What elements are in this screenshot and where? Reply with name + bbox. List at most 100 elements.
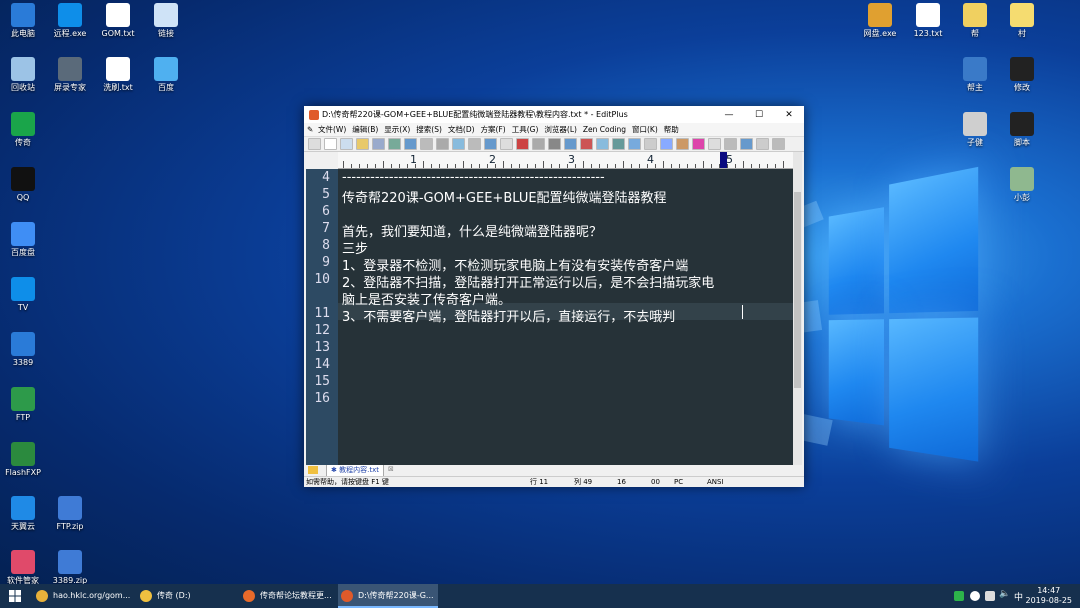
ruler-tick — [727, 164, 728, 168]
computer-icon — [11, 3, 35, 27]
desktop-icon-left-7[interactable]: 百度 — [138, 57, 194, 93]
menu-item-9[interactable]: 窗口(K) — [629, 124, 661, 135]
desktop-icon-left-8[interactable]: 传奇 — [0, 112, 51, 148]
desktop-icon-left-10[interactable]: 百度盘 — [0, 222, 51, 258]
title-bar[interactable]: D:\传奇帮220课-GOM+GEE+BLUE配置纯微端登陆器教程\教程内容.t… — [304, 106, 804, 123]
desktop-icon-left-18[interactable]: 3389.zip — [42, 550, 98, 586]
tray-app-icon[interactable] — [970, 591, 980, 601]
toolbar-button-icon-28[interactable] — [756, 138, 769, 150]
toolbar-button-icon-15[interactable] — [548, 138, 561, 150]
desktop-icon-left-13[interactable]: FTP — [0, 387, 51, 423]
ime-indicator[interactable]: 中 — [1014, 590, 1023, 603]
text-caret — [742, 305, 743, 319]
ruler-tick — [383, 161, 384, 168]
toolbar-button-icon-9[interactable] — [452, 138, 465, 150]
desktop-icon-left-9[interactable]: QQ — [0, 167, 51, 203]
ruler-tick — [399, 164, 400, 168]
toolbar-button-icon-17[interactable] — [580, 138, 593, 150]
editplus-icon — [309, 109, 319, 120]
toolbar-button-icon-19[interactable] — [612, 138, 625, 150]
toolbar-button-icon-23[interactable] — [676, 138, 689, 150]
desktop-icon-left-11[interactable]: TV — [0, 277, 51, 313]
ruler-tick — [503, 161, 504, 168]
toolbar-button-icon-18[interactable] — [596, 138, 609, 150]
ruler-tick — [735, 164, 736, 168]
toolbar-button-icon-21[interactable] — [644, 138, 657, 150]
line-number: 6 — [322, 204, 330, 219]
toolbar-button-icon-7[interactable] — [420, 138, 433, 150]
menu-item-10[interactable]: 帮助 — [661, 124, 682, 135]
menu-item-4[interactable]: 文档(D) — [445, 124, 478, 135]
toolbar-button-icon-24[interactable] — [692, 138, 705, 150]
desktop-icon-left-3[interactable]: 链接 — [138, 3, 194, 39]
menu-item-8[interactable]: Zen Coding — [580, 125, 629, 134]
toolbar-button-icon-22[interactable] — [660, 138, 673, 150]
desktop-icon-left-16[interactable]: FTP.zip — [42, 496, 98, 532]
menu-item-2[interactable]: 显示(X) — [381, 124, 413, 135]
toolbar-button-icon-0[interactable] — [308, 138, 321, 150]
document-icon — [1010, 3, 1034, 27]
desktop-icon-label: 村 — [1018, 29, 1026, 38]
desktop-icon-right-5[interactable]: 修改 — [994, 57, 1050, 93]
toolbar-button-icon-1[interactable] — [324, 138, 337, 150]
desktop-icon-label: FTP — [15, 413, 31, 422]
desktop-icon-right-7[interactable]: 脚本 — [994, 112, 1050, 148]
status-column: 列 49 — [574, 478, 593, 486]
toolbar-button-icon-5[interactable] — [388, 138, 401, 150]
ftp-icon — [11, 387, 35, 411]
tab-close-icon[interactable]: ⊠ — [388, 465, 394, 473]
toolbar-button-icon-29[interactable] — [772, 138, 785, 150]
vertical-scrollbar[interactable] — [793, 152, 802, 465]
scrollbar-thumb[interactable] — [794, 192, 801, 388]
tray-app-icon-2[interactable] — [985, 591, 995, 601]
maximize-icon[interactable]: ☐ — [744, 110, 774, 120]
toolbar-button-icon-26[interactable] — [724, 138, 737, 150]
toolbar-button-icon-6[interactable] — [404, 138, 417, 150]
ruler-tick — [623, 161, 624, 168]
ruler-tick — [455, 164, 456, 168]
wechat-icon[interactable] — [954, 591, 964, 601]
menu-item-7[interactable]: 浏览器(L) — [541, 124, 580, 135]
menu-item-5[interactable]: 方案(F) — [478, 124, 509, 135]
toolbar-button-icon-13[interactable] — [516, 138, 529, 150]
desktop-icon-left-14[interactable]: FlashFXP — [0, 442, 51, 478]
toolbar-button-icon-14[interactable] — [532, 138, 545, 150]
desktop-icon-right-8[interactable]: 小彭 — [994, 167, 1050, 203]
clock[interactable]: 14:47 2019-08-25 — [1026, 586, 1073, 606]
menu-item-1[interactable]: 编辑(B) — [349, 124, 381, 135]
status-help: 如需帮助，请按键盘 F1 键 — [306, 478, 389, 486]
editplus-window: D:\传奇帮220课-GOM+GEE+BLUE配置纯微端登陆器教程\教程内容.t… — [304, 106, 804, 487]
toolbar-button-icon-3[interactable] — [356, 138, 369, 150]
minimize-icon[interactable]: — — [714, 110, 744, 120]
taskbar-item-3[interactable]: D:\传奇帮220课-G... — [338, 584, 438, 608]
toolbar-button-icon-12[interactable] — [500, 138, 513, 150]
taskbar-item-label: 传奇 (D:) — [157, 591, 191, 600]
menu-item-0[interactable]: 文件(W) — [315, 124, 349, 135]
desktop-icon-right-3[interactable]: 村 — [994, 3, 1050, 39]
toolbar-button-icon-20[interactable] — [628, 138, 641, 150]
desktop-icon-label: QQ — [16, 193, 30, 202]
toolbar-button-icon-2[interactable] — [340, 138, 353, 150]
toolbar-button-icon-4[interactable] — [372, 138, 385, 150]
toolbar-button-icon-16[interactable] — [564, 138, 577, 150]
close-icon[interactable]: ✕ — [774, 110, 804, 120]
toolbar-button-icon-11[interactable] — [484, 138, 497, 150]
taskbar-item-0[interactable]: hao.hklc.org/gom... — [33, 584, 153, 608]
volume-icon[interactable]: 🔈 — [999, 589, 1010, 599]
taskbar-item-1[interactable]: 传奇 (D:) — [137, 584, 257, 608]
remote-desktop-icon — [11, 332, 35, 356]
text-editor[interactable]: ----------------------------------------… — [338, 169, 793, 465]
toolbar-button-icon-10[interactable] — [468, 138, 481, 150]
folder-icon[interactable] — [308, 466, 318, 474]
desktop-icon-left-12[interactable]: 3389 — [0, 332, 51, 368]
ruler-tick — [375, 164, 376, 168]
toolbar-button-icon-25[interactable] — [708, 138, 721, 150]
shield-icon — [11, 112, 35, 136]
toolbar-button-icon-8[interactable] — [436, 138, 449, 150]
ruler-tick — [479, 164, 480, 168]
menu-item-3[interactable]: 搜索(S) — [413, 124, 445, 135]
toolbar-button-icon-27[interactable] — [740, 138, 753, 150]
start-button[interactable] — [0, 584, 30, 608]
desktop-icon-label: 传奇 — [15, 138, 31, 147]
menu-item-6[interactable]: 工具(G) — [509, 124, 542, 135]
